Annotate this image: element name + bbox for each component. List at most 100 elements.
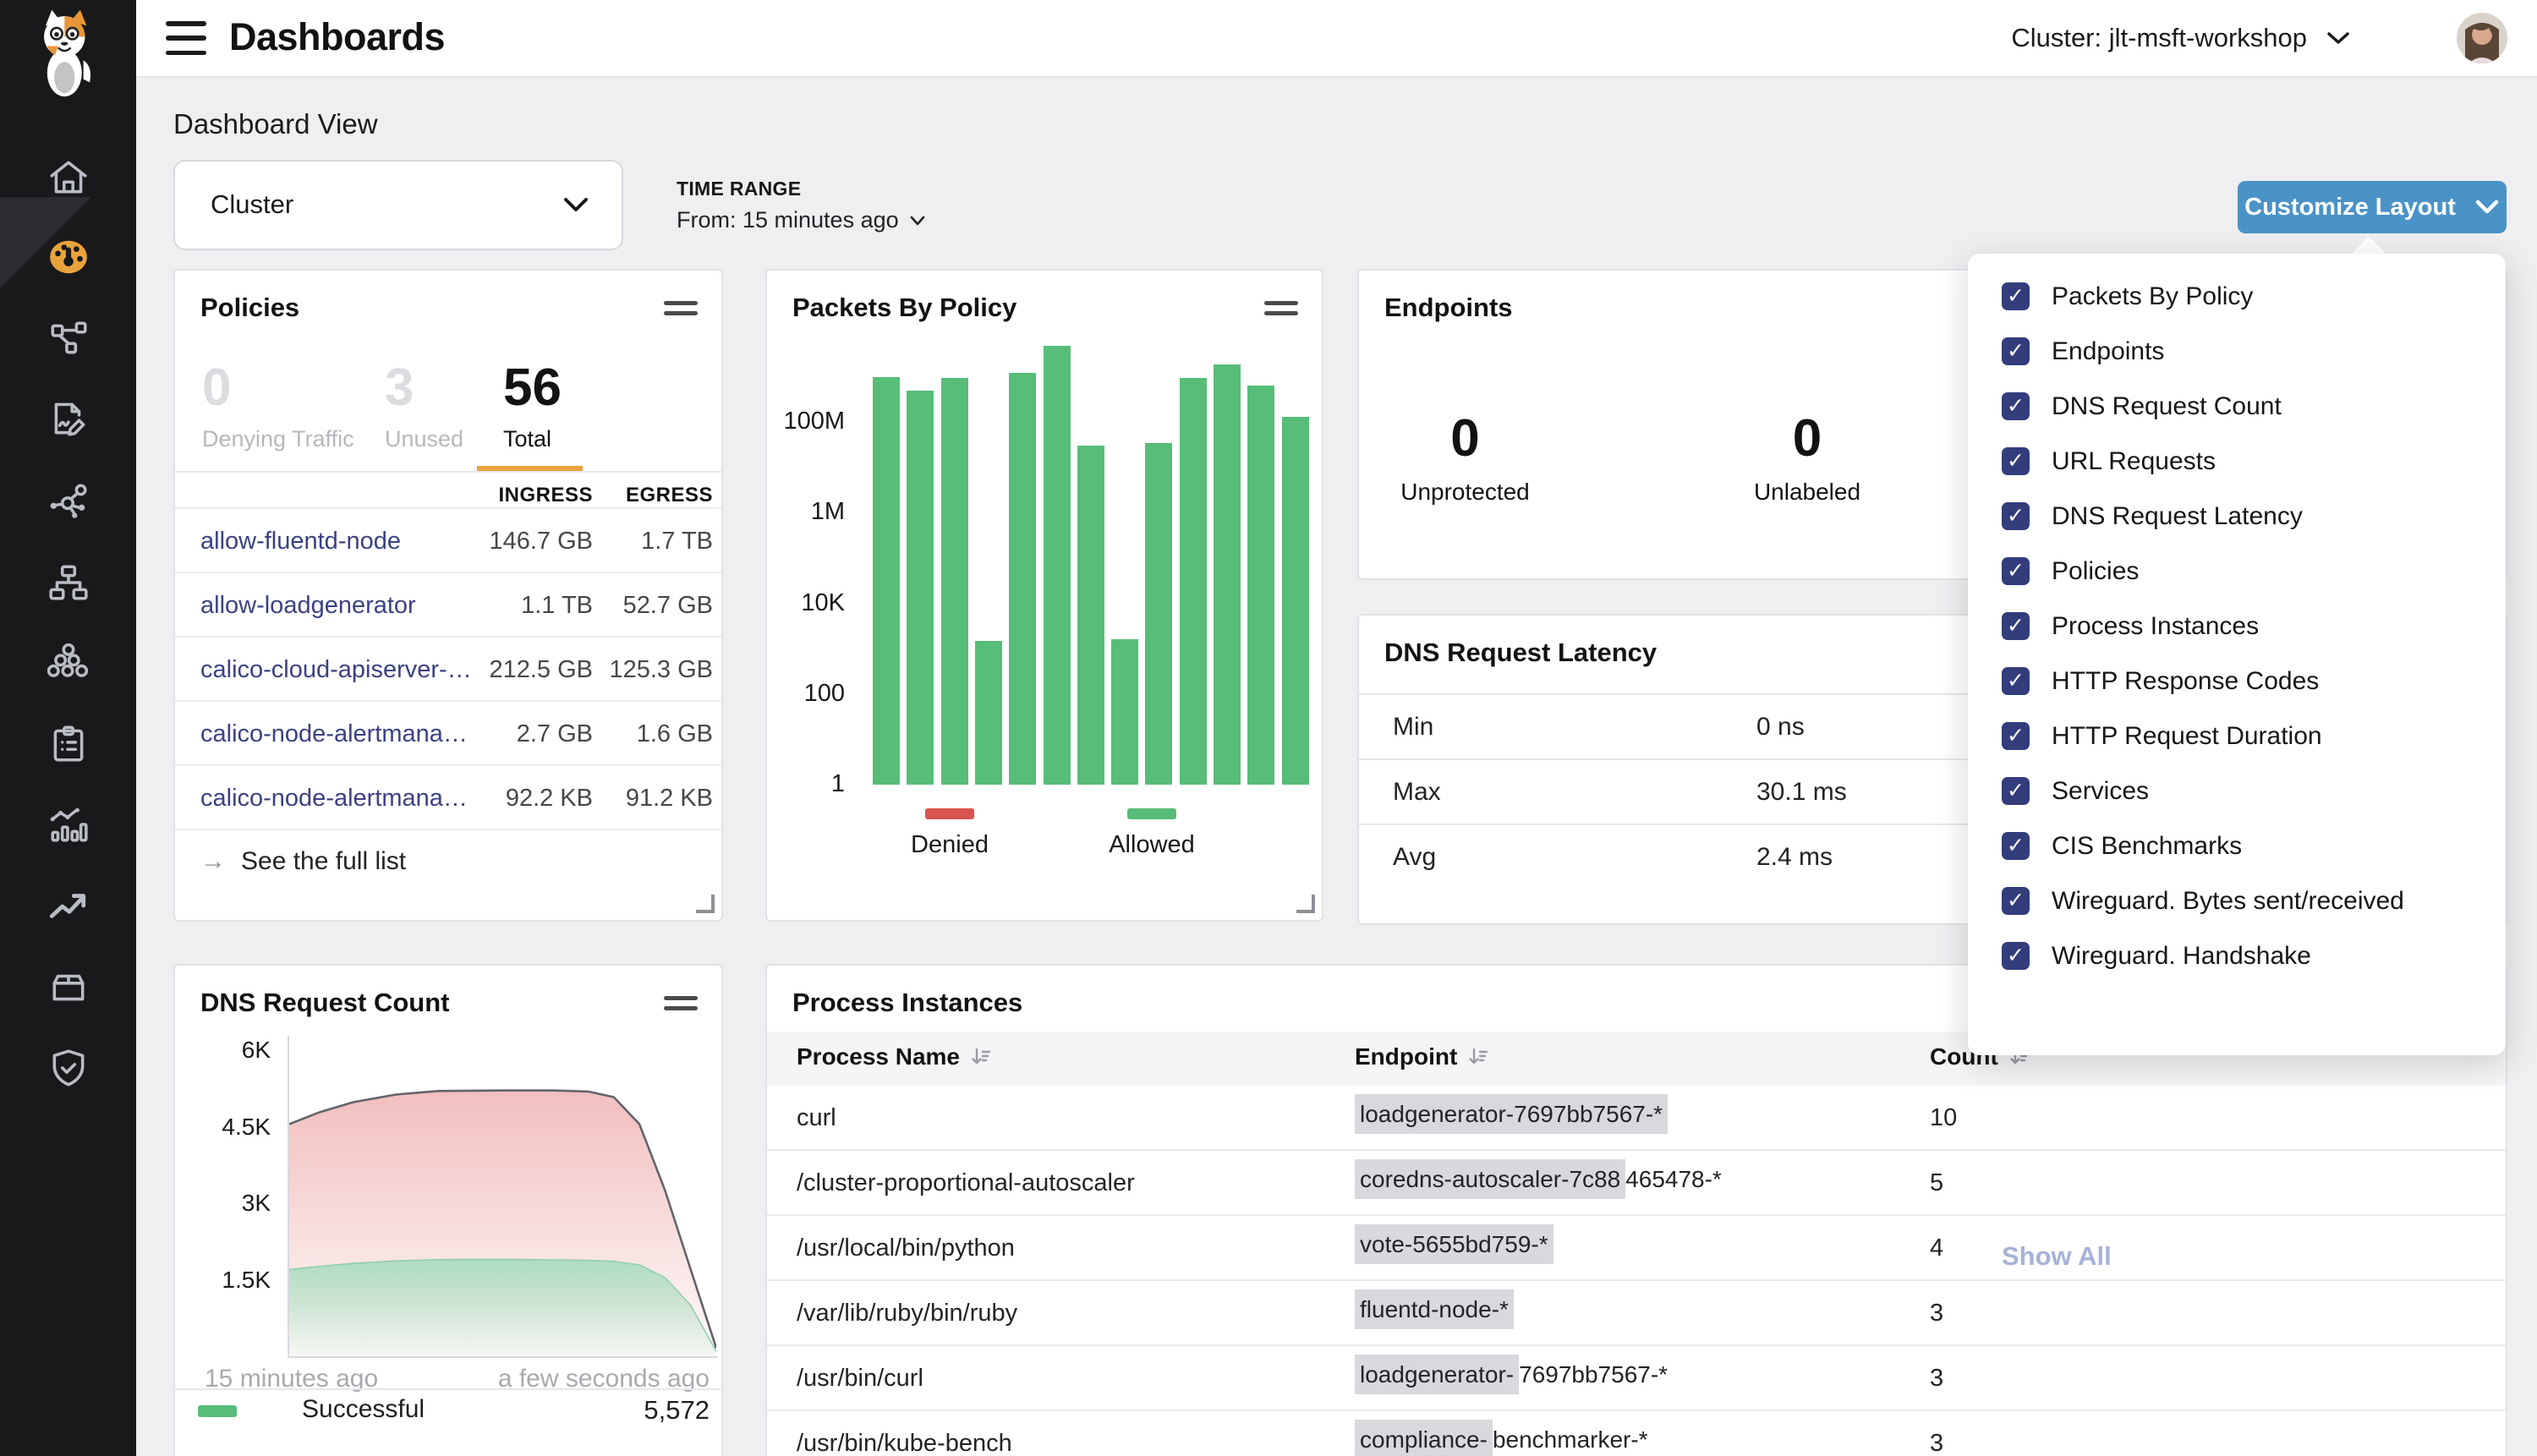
checkbox-checked-icon[interactable]: ✓ [2002,942,2030,970]
legend-denied: Denied [895,808,1005,859]
checkbox-checked-icon[interactable]: ✓ [2002,667,2030,695]
customize-layout-menu: ✓Packets By Policy✓Endpoints✓DNS Request… [1968,254,2506,1055]
policy-ingress: 2.7 GB [458,720,593,748]
menu-item-services[interactable]: ✓Services [1968,764,2506,818]
sidebar-item-document-edit-icon[interactable] [45,395,92,442]
show-all-link[interactable]: Show All [2002,1241,2112,1272]
see-full-list-link[interactable]: → See the full list [200,847,406,876]
process-endpoint: loadgenerator-7697bb7567-* [1355,1101,1668,1128]
stat-unused[interactable]: 3 Unused [385,362,463,452]
hamburger-menu-icon[interactable] [166,21,206,55]
allowed-bar[interactable] [975,641,1002,785]
checkbox-checked-icon[interactable]: ✓ [2002,832,2030,860]
menu-item-endpoints[interactable]: ✓Endpoints [1968,324,2506,379]
menu-item-wireguard-bytes-sent-received[interactable]: ✓Wireguard. Bytes sent/received [1968,873,2506,928]
menu-item-dns-request-latency[interactable]: ✓DNS Request Latency [1968,489,2506,544]
menu-item-packets-by-policy[interactable]: ✓Packets By Policy [1968,269,2506,324]
checkbox-checked-icon[interactable]: ✓ [2002,887,2030,915]
policy-link[interactable]: calico-cloud-apiserver-… [200,656,472,684]
allowed-bar[interactable] [941,378,968,785]
allowed-bar[interactable] [1044,346,1071,785]
checkbox-checked-icon[interactable]: ✓ [2002,557,2030,585]
dns-request-count-card: DNS Request Count 6K4.5K3K1.5K 15 minute… [173,964,723,1456]
sort-icon [1467,1046,1489,1068]
resize-handle[interactable] [1296,895,1315,913]
allowed-bar[interactable] [1009,373,1036,785]
checkbox-checked-icon[interactable]: ✓ [2002,447,2030,475]
process-count: 10 [1930,1104,1957,1132]
policies-card: Policies 0 Denying Traffic 3 Unused 56 T… [173,269,723,922]
menu-item-label: Policies [2052,557,2139,586]
sidebar-item-chart-stats-icon[interactable] [45,802,92,849]
sidebar-item-trend-up-icon[interactable] [45,882,92,929]
policy-link[interactable]: calico-node-alertmana… [200,720,468,748]
top-header: Dashboards Cluster: jlt-msft-workshop [136,0,2537,78]
sidebar-item-home-icon[interactable] [45,154,92,201]
allowed-bar[interactable] [1247,386,1274,785]
checkbox-checked-icon[interactable]: ✓ [2002,282,2030,310]
time-range: TIME RANGE From: 15 minutes ago [677,178,926,233]
user-avatar[interactable] [2457,13,2507,63]
sidebar-item-clipboard-icon[interactable] [45,720,92,768]
column-header-endpoint[interactable]: Endpoint [1355,1043,1489,1070]
packets-bar-chart: 100M1M10K1001 [767,271,1322,795]
policy-row: calico-node-alertmana… 2.7 GB 1.6 GB [175,700,721,764]
drag-handle-icon[interactable] [664,996,698,1016]
sidebar-item-sitemap-icon[interactable] [45,559,92,606]
y-tick-label: 4.5K [190,1114,271,1141]
checkbox-checked-icon[interactable]: ✓ [2002,337,2030,365]
allowed-bar[interactable] [1214,364,1241,785]
dns-area-chart [289,1037,716,1356]
sidebar-item-package-icon[interactable] [45,963,92,1010]
allowed-bar[interactable] [873,377,900,785]
sidebar-item-nodes-icon[interactable] [45,315,92,362]
checkbox-checked-icon[interactable]: ✓ [2002,777,2030,805]
menu-item-http-request-duration[interactable]: ✓HTTP Request Duration [1968,709,2506,764]
process-endpoint: vote-5655bd759-* [1355,1231,1553,1258]
policy-link[interactable]: allow-loadgenerator [200,592,416,620]
policy-link[interactable]: allow-fluentd-node [200,528,401,556]
checkbox-checked-icon[interactable]: ✓ [2002,502,2030,530]
sidebar-item-share-graph-icon[interactable] [45,478,92,525]
menu-item-wireguard-handshake[interactable]: ✓Wireguard. Handshake [1968,928,2506,983]
process-count: 3 [1930,1430,1943,1456]
menu-item-policies[interactable]: ✓ Policies [1968,544,2506,599]
dashboard-view-select[interactable]: Cluster [173,160,623,250]
process-count: 5 [1930,1169,1943,1197]
card-title: DNS Request Latency [1384,638,1657,668]
menu-item-url-requests[interactable]: ✓URL Requests [1968,434,2506,489]
sidebar-item-gauge-icon[interactable] [45,233,92,281]
menu-item-http-response-codes[interactable]: ✓HTTP Response Codes [1968,654,2506,709]
column-header-process-name[interactable]: Process Name [797,1043,992,1070]
menu-item-process-instances[interactable]: ✓Process Instances [1968,599,2506,654]
resize-handle[interactable] [696,895,715,913]
y-tick-label: 6K [190,1037,271,1064]
chevron-down-icon [2474,199,2500,216]
allowed-bar[interactable] [907,391,934,785]
allowed-bar[interactable] [1180,378,1207,785]
cluster-switcher[interactable]: Cluster: jlt-msft-workshop [2011,23,2351,53]
allowed-bar[interactable] [1077,446,1104,785]
allowed-bar[interactable] [1282,417,1309,785]
chevron-down-icon [2326,30,2351,47]
checkbox-checked-icon[interactable]: ✓ [2002,392,2030,420]
checkbox-checked-icon[interactable]: ✓ [2002,722,2030,750]
time-range-value[interactable]: From: 15 minutes ago [677,207,926,233]
policy-link[interactable]: calico-node-alertmana… [200,785,468,813]
chevron-down-icon [562,195,589,214]
sidebar-item-circles-cluster-icon[interactable] [45,639,92,687]
drag-handle-icon[interactable] [664,301,698,321]
process-row: /usr/bin/kube-bench compliance-benchmark… [767,1411,2506,1456]
customize-layout-button[interactable]: Customize Layout [2238,181,2507,233]
process-row: /usr/local/bin/python vote-5655bd759-* 4 [767,1216,2506,1281]
card-title: Policies [200,293,299,323]
checkbox-checked-icon[interactable]: ✓ [2002,612,2030,640]
stat-total[interactable]: 56 Total [503,362,562,452]
allowed-bar[interactable] [1111,639,1138,785]
stat-denying-traffic[interactable]: 0 Denying Traffic [202,362,354,452]
menu-item-cis-benchmarks[interactable]: ✓CIS Benchmarks [1968,818,2506,873]
menu-item-dns-request-count[interactable]: ✓DNS Request Count [1968,379,2506,434]
allowed-bar[interactable] [1145,443,1172,785]
sidebar-item-shield-check-icon[interactable] [45,1044,92,1092]
y-tick-label: 100M [767,408,845,435]
